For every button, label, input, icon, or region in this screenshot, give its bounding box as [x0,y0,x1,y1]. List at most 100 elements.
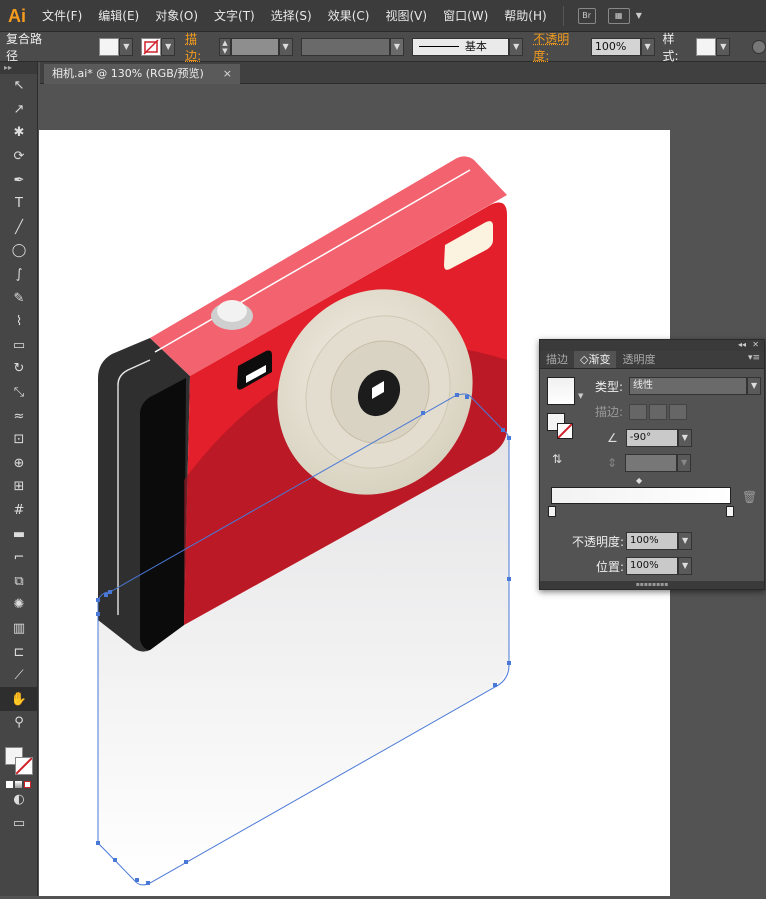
slice-tool-icon[interactable]: ⟋ [0,664,38,688]
angle-input[interactable]: -90° [625,429,678,447]
ellipse-tool-icon[interactable]: ◯ [0,239,38,263]
tab-document[interactable]: 相机.ai* @ 130% (RGB/预览) × [44,64,240,84]
gradient-stop-right[interactable] [726,506,734,517]
stroke-dropdown-icon[interactable]: ▼ [161,37,176,56]
menu-object[interactable]: 对象(O) [147,7,206,24]
stroke-along-icon[interactable] [649,403,668,420]
hand-tool-icon[interactable]: ✋ [0,687,38,712]
location-dropdown-icon[interactable]: ▼ [678,557,693,575]
stroke-weight-label[interactable]: 描边: [185,30,213,64]
column-graph-tool-icon[interactable]: ▥ [0,617,38,641]
direct-selection-tool-icon[interactable]: ↗ [0,98,38,122]
fill-stroke-widget[interactable] [0,745,37,781]
tab-transparency[interactable]: 透明度 [616,351,661,368]
opacity-input[interactable]: 100% [590,37,641,56]
stroke-within-icon[interactable] [629,403,648,420]
fill-dropdown-icon[interactable]: ▼ [119,37,134,56]
mesh-tool-icon[interactable]: # [0,499,38,523]
free-transform-tool-icon[interactable]: ⊡ [0,428,38,452]
stroke-weight-stepper[interactable]: ▲ ▼ [219,37,231,56]
shape-builder-tool-icon[interactable]: ⊕ [0,452,38,476]
opacity-label[interactable]: 不透明度: [533,30,585,64]
menu-file[interactable]: 文件(F) [34,7,90,24]
stroke-none-small-icon[interactable] [557,423,573,439]
stroke-swatch-none[interactable] [141,37,162,56]
variable-width-profile[interactable] [300,37,390,56]
blend-tool-icon[interactable]: ⧉ [0,569,38,593]
selection-type-label: 复合路径 [6,31,43,63]
opacity-label: 不透明度: [572,534,625,549]
angle-dropdown-icon[interactable]: ▼ [677,429,692,447]
magic-wand-tool-icon[interactable]: ✱ [0,121,38,145]
menu-window[interactable]: 窗口(W) [435,7,496,24]
eraser-tool-icon[interactable]: ▭ [0,334,38,358]
panel-collapse-icon[interactable]: ▸▸ [0,62,37,74]
location-input[interactable]: 100% [626,557,679,575]
panel-resize-grip[interactable]: ▪▪▪▪▪▪▪▪ [540,581,764,589]
perspective-grid-tool-icon[interactable]: ⊞ [0,475,38,499]
menu-effect[interactable]: 效果(C) [320,7,378,24]
chevron-down-icon[interactable]: ▼ [636,11,642,20]
fill-swatch[interactable] [99,37,120,56]
paintbrush-tool-icon[interactable]: ∫ [0,263,38,287]
menu-type[interactable]: 文字(T) [206,7,263,24]
pencil-tool-icon[interactable]: ✎ [0,286,38,310]
rotate-tool-icon[interactable]: ↻ [0,357,38,381]
type-label: 类型: [595,379,624,394]
type-select[interactable]: 线性 [629,377,748,395]
brush-dropdown-icon[interactable]: ▼ [509,37,524,56]
stroke-none-icon[interactable] [15,756,33,775]
tab-gradient[interactable]: ◇渐变 [574,351,617,368]
close-tab-icon[interactable]: × [223,64,232,84]
color-mode-icons[interactable] [0,780,37,788]
reverse-gradient-icon[interactable]: ⇅ [552,452,562,466]
drawing-mode-icon[interactable]: ◐ [0,788,38,812]
delete-stop-icon[interactable]: 🗑 [742,490,757,504]
zoom-tool-icon[interactable]: ⚲ [0,711,38,735]
menu-view[interactable]: 视图(V) [377,7,435,24]
stroke-across-icon[interactable] [669,403,688,420]
eyedropper-tool-icon[interactable]: ⌐ [0,546,38,570]
opacity-input[interactable]: 100% [626,532,679,550]
bridge-button[interactable]: Br [577,7,596,24]
style-swatch[interactable] [696,37,717,56]
tab-stroke[interactable]: 描边 [540,351,574,368]
gradient-slider[interactable] [551,487,731,504]
midpoint-diamond-icon[interactable]: ◆ [636,476,642,485]
symbol-sprayer-tool-icon[interactable]: ✺ [0,593,38,617]
stroke-weight-dropdown-icon[interactable]: ▼ [278,37,293,56]
gradient-stop-left[interactable] [548,506,556,517]
arrange-documents-icon[interactable]: ▦ [607,7,630,24]
menu-select[interactable]: 选择(S) [263,7,320,24]
lasso-tool-icon[interactable]: ⟳ [0,145,38,169]
gradient-preview-swatch[interactable] [547,377,575,405]
collapse-panel-icon[interactable]: ◂◂ [738,340,746,349]
none-mode-icon[interactable] [24,780,31,788]
type-dropdown-icon[interactable]: ▼ [747,377,762,395]
scale-tool-icon[interactable]: ⤡ [0,381,38,405]
panel-menu-icon[interactable]: ▾≡ [748,353,760,363]
warp-tool-icon[interactable]: ≈ [0,404,38,428]
blob-brush-tool-icon[interactable]: ⌇ [0,310,38,334]
pen-tool-icon[interactable]: ✒ [0,168,38,192]
profile-dropdown-icon[interactable]: ▼ [390,37,404,56]
options-icon[interactable] [752,39,766,54]
type-tool-icon[interactable]: T [0,192,38,216]
preview-dropdown-icon[interactable]: ▼ [578,392,583,400]
menu-help[interactable]: 帮助(H) [496,7,554,24]
color-mode-icon[interactable] [6,780,13,788]
style-dropdown-icon[interactable]: ▼ [716,37,731,56]
stroke-weight-input[interactable] [230,37,279,56]
control-bar: 复合路径 ▼ ▼ 描边: ▲ ▼ ▼ ▼ 基本 ▼ 不透明度: 100% ▼ 样式… [0,30,766,64]
gradient-mode-icon[interactable] [15,780,22,788]
menu-edit[interactable]: 编辑(E) [90,7,147,24]
gradient-tool-icon[interactable]: ▬ [0,522,38,546]
brush-definition[interactable]: 基本 [411,37,510,56]
screen-mode-icon[interactable]: ▭ [0,811,38,835]
opacity-dropdown-icon[interactable]: ▼ [640,37,655,56]
artboard-tool-icon[interactable]: ⊏ [0,640,38,664]
selection-tool-icon[interactable]: ↖ [0,74,38,98]
line-tool-icon[interactable]: ╱ [0,216,38,240]
close-panel-icon[interactable]: ✕ [752,340,759,349]
opacity-dropdown-icon[interactable]: ▼ [678,532,693,550]
